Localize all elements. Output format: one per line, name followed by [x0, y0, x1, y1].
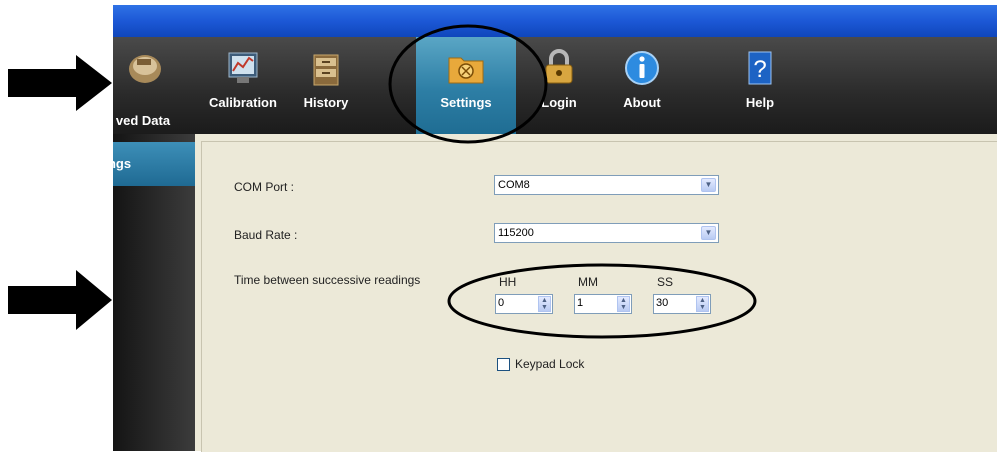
arrow-right-icon — [8, 270, 112, 330]
arrow-right-icon — [8, 55, 112, 111]
highlight-ellipse-settings — [388, 24, 548, 144]
annotation-overlay — [8, 24, 757, 339]
highlight-ellipse-interval — [447, 263, 757, 339]
